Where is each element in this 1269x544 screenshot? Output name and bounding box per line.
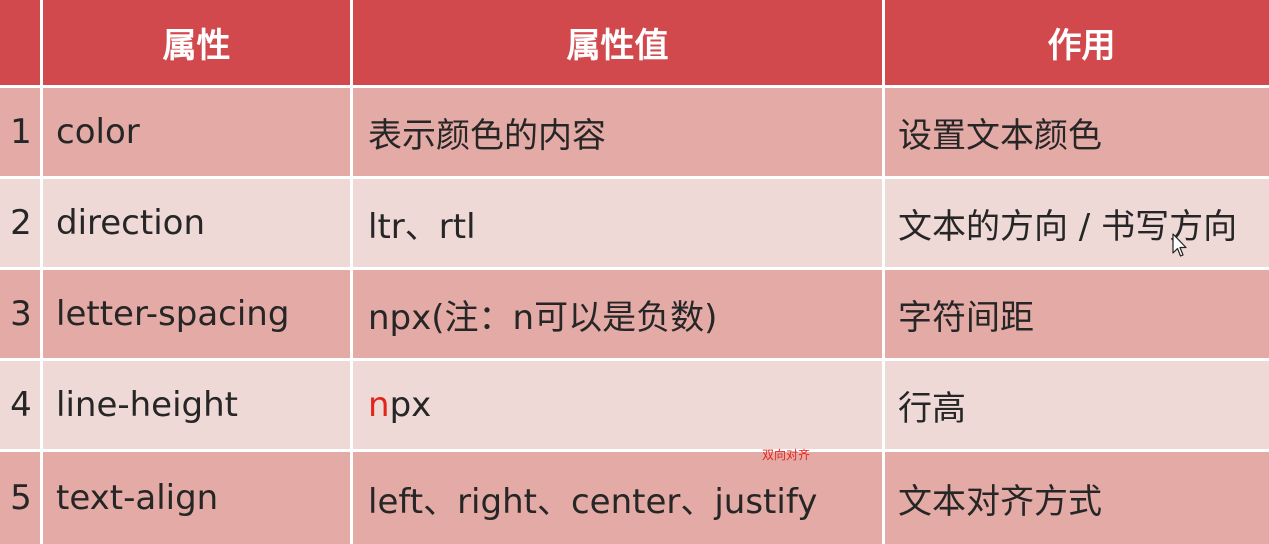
usage-cell: 字符间距 bbox=[885, 270, 1269, 358]
header-usage: 作用 bbox=[885, 0, 1269, 85]
value-cell: ltr、rtl bbox=[353, 179, 882, 267]
css-text-properties-table: 属性 属性值 作用 1 color 表示颜色的内容 设置文本颜色 2 direc… bbox=[0, 0, 1269, 544]
value-highlight: n bbox=[368, 385, 390, 425]
usage-cell: 文本的方向 / 书写方向 bbox=[885, 179, 1269, 267]
value-cell: npx(注：n可以是负数) bbox=[353, 270, 882, 358]
usage-cell: 行高 bbox=[885, 361, 1269, 449]
row-number: 3 bbox=[0, 270, 40, 358]
property-cell: line-height bbox=[43, 361, 350, 449]
row-number: 2 bbox=[0, 179, 40, 267]
row-number: 5 bbox=[0, 452, 40, 544]
row-number: 1 bbox=[0, 88, 40, 176]
header-value: 属性值 bbox=[353, 0, 882, 85]
usage-cell: 文本对齐方式 bbox=[885, 452, 1269, 544]
value-cell: left、right、center、justify bbox=[353, 452, 882, 544]
property-cell: direction bbox=[43, 179, 350, 267]
mouse-pointer-icon bbox=[1172, 233, 1187, 257]
annotation-note: 双向对齐 bbox=[762, 448, 811, 462]
usage-cell: 设置文本颜色 bbox=[885, 88, 1269, 176]
property-cell: color bbox=[43, 88, 350, 176]
property-cell: letter-spacing bbox=[43, 270, 350, 358]
row-number: 4 bbox=[0, 361, 40, 449]
value-cell: 表示颜色的内容 bbox=[353, 88, 882, 176]
header-index bbox=[0, 0, 40, 85]
header-property: 属性 bbox=[43, 0, 350, 85]
property-cell: text-align bbox=[43, 452, 350, 544]
value-rest: px bbox=[389, 385, 432, 425]
value-cell: n px bbox=[353, 361, 882, 449]
